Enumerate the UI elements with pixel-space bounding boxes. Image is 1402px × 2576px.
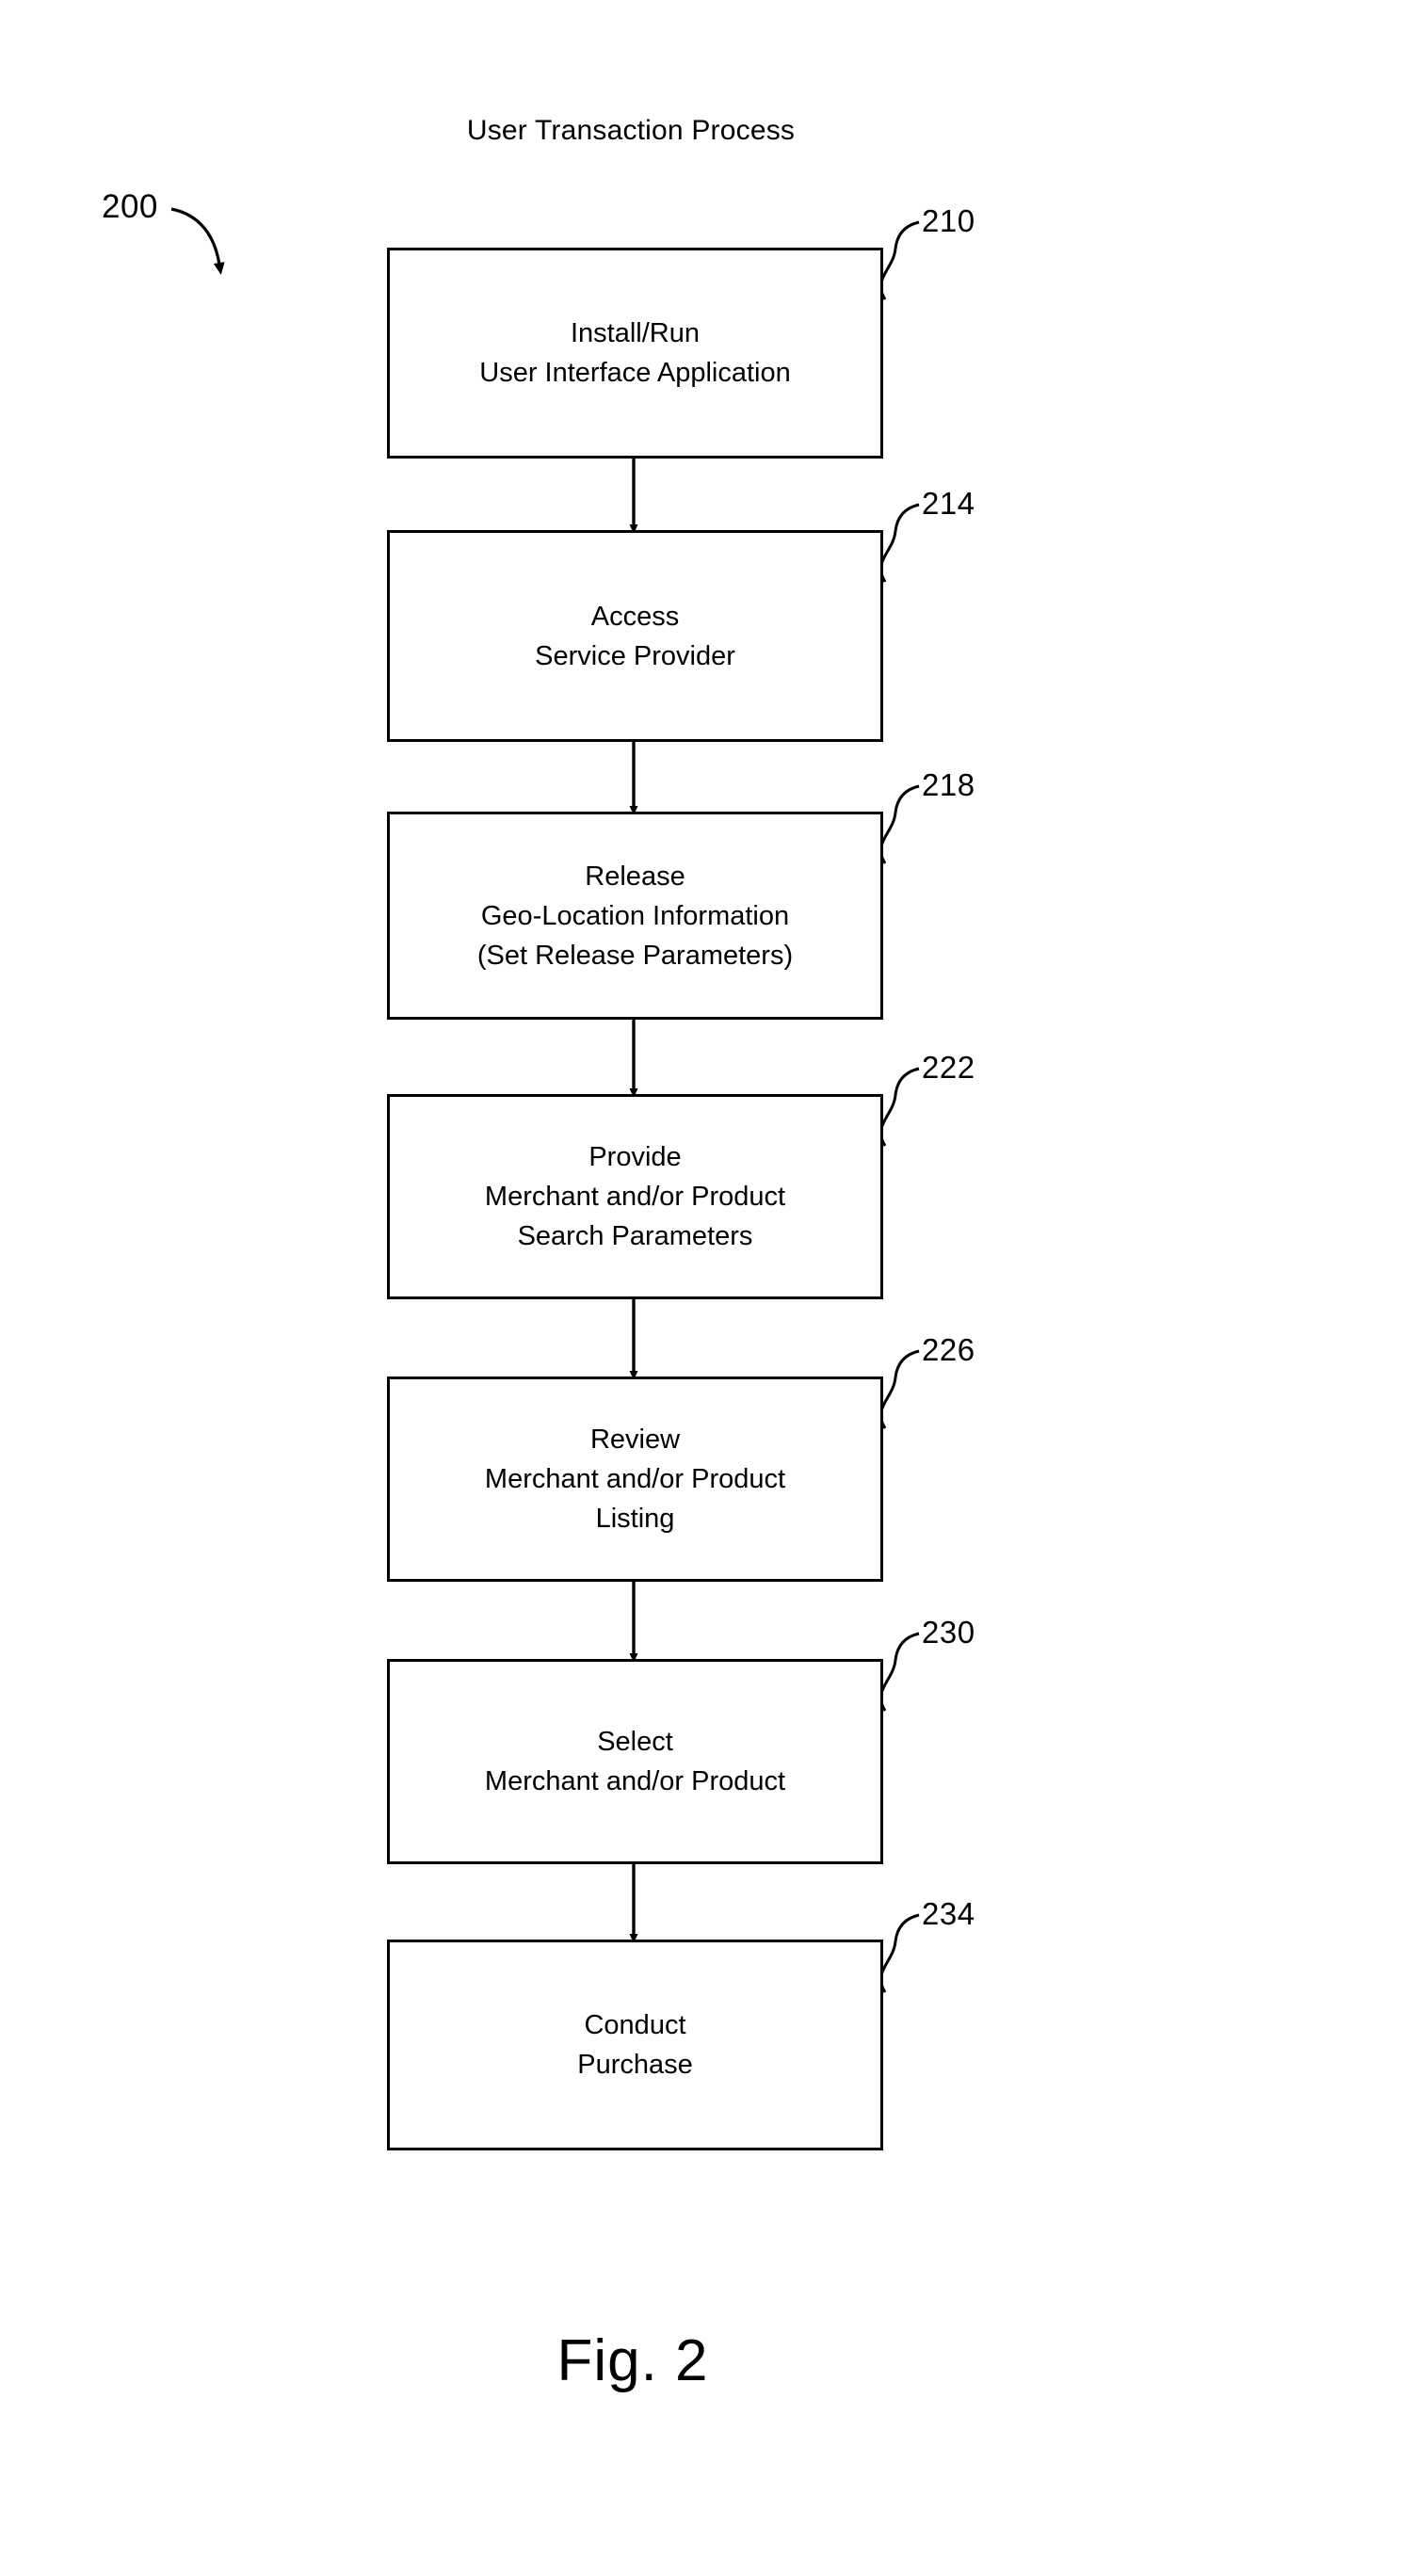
flow-step-line: Review bbox=[589, 1425, 681, 1455]
flow-step-access-service-provider[interactable]: Access Service Provider bbox=[387, 530, 883, 742]
patent-figure: User Transaction Process 200 Install/Run… bbox=[0, 0, 1402, 2576]
overall-reference-leader bbox=[170, 207, 225, 275]
flow-step-line: Service Provider bbox=[535, 640, 735, 671]
overall-reference-number: 200 bbox=[102, 188, 158, 225]
flow-step-provide-search-parameters[interactable]: Provide Merchant and/or Product Search P… bbox=[387, 1094, 883, 1299]
flow-step-line: Provide bbox=[588, 1142, 682, 1172]
flow-step-line: Access bbox=[590, 601, 680, 632]
flow-step-line: Listing bbox=[595, 1504, 675, 1534]
leader-line-214 bbox=[879, 503, 920, 583]
flow-step-line: Select bbox=[597, 1727, 673, 1757]
leader-line-218 bbox=[879, 784, 920, 864]
leader-line-210 bbox=[879, 220, 920, 300]
figure-caption: Fig. 2 bbox=[556, 2328, 709, 2393]
flow-step-select-merchant-product[interactable]: Select Merchant and/or Product bbox=[387, 1659, 883, 1864]
reference-leader-lines bbox=[879, 220, 920, 1993]
leader-line-234 bbox=[879, 1913, 920, 1993]
flow-step-line: Search Parameters bbox=[517, 1221, 753, 1251]
flow-step-line: Release bbox=[585, 861, 685, 892]
flow-step-install-run[interactable]: Install/Run User Interface Application bbox=[387, 248, 883, 459]
flow-step-line: Merchant and/or Product bbox=[484, 1182, 786, 1212]
reference-number-222: 222 bbox=[922, 1050, 975, 1085]
flow-step-review-listing[interactable]: Review Merchant and/or Product Listing bbox=[387, 1377, 883, 1582]
flow-step-line: User Interface Application bbox=[479, 358, 791, 388]
reference-number-210: 210 bbox=[922, 203, 975, 238]
flow-step-line: Conduct bbox=[584, 2010, 686, 2040]
flow-step-line: Purchase bbox=[577, 2050, 693, 2080]
reference-number-218: 218 bbox=[922, 767, 975, 802]
flow-step-line: Merchant and/or Product bbox=[484, 1464, 786, 1494]
reference-number-226: 226 bbox=[922, 1332, 975, 1367]
flow-step-line: (Set Release Parameters) bbox=[476, 940, 794, 971]
reference-number-230: 230 bbox=[922, 1615, 975, 1650]
leader-line-226 bbox=[879, 1349, 920, 1429]
reference-number-214: 214 bbox=[922, 486, 975, 521]
flow-step-conduct-purchase[interactable]: Conduct Purchase bbox=[387, 1940, 883, 2150]
figure-title: User Transaction Process bbox=[466, 115, 796, 146]
reference-number-234: 234 bbox=[922, 1896, 975, 1931]
flow-step-line: Merchant and/or Product bbox=[484, 1766, 786, 1796]
flow-step-line: Install/Run bbox=[570, 318, 700, 348]
leader-line-230 bbox=[879, 1632, 920, 1712]
leader-line-222 bbox=[879, 1067, 920, 1147]
flow-step-release-geo-location[interactable]: Release Geo-Location Information (Set Re… bbox=[387, 812, 883, 1020]
flow-step-line: Geo-Location Information bbox=[480, 900, 790, 931]
